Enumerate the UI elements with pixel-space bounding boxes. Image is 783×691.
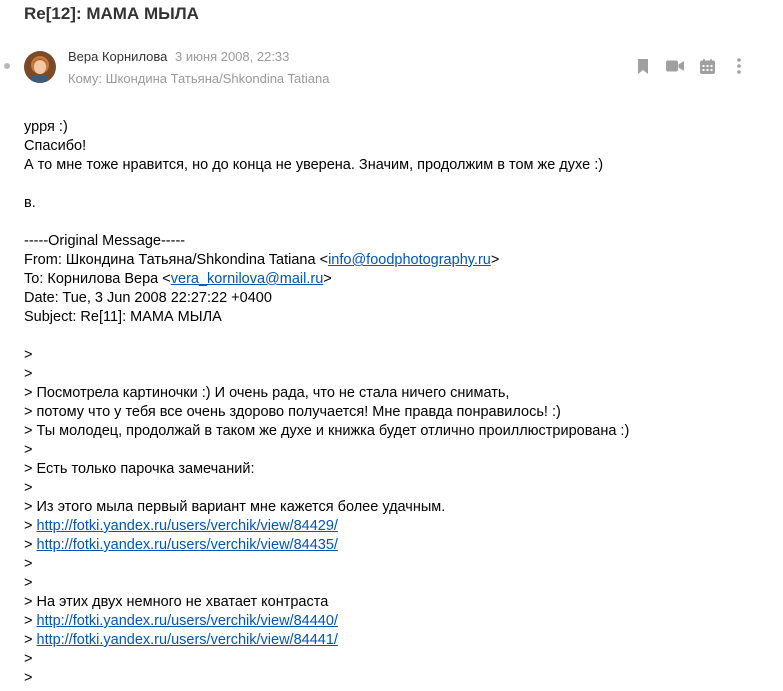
body-line-text: Subject: Re[11]: МАМА МЫЛА bbox=[24, 309, 222, 325]
body-link[interactable]: vera_kornilova@mail.ru bbox=[171, 271, 324, 287]
body-line-text: > bbox=[24, 613, 37, 629]
body-line-text: > Ты молодец, продолжай в таком же духе … bbox=[24, 423, 630, 439]
body-line-text: А то мне тоже нравится, но до конца не у… bbox=[24, 157, 604, 173]
body-line-text: > Из этого мыла первый вариант мне кажет… bbox=[24, 499, 446, 515]
body-line: > Из этого мыла первый вариант мне кажет… bbox=[24, 498, 775, 517]
body-line-text: > потому что у тебя все очень здорово по… bbox=[24, 404, 561, 420]
body-line-text: > На этих двух немного не хватает контра… bbox=[24, 594, 329, 610]
body-line: > Есть только парочка замечаний: bbox=[24, 460, 775, 479]
body-line: To: Корнилова Вера <vera_kornilova@mail.… bbox=[24, 270, 775, 289]
recipient-line[interactable]: Кому: Шкондина Татьяна/Shkondina Tatiana bbox=[68, 71, 329, 86]
sender-name[interactable]: Вера Корнилова bbox=[68, 49, 167, 64]
body-line: > bbox=[24, 479, 775, 498]
body-line: Subject: Re[11]: МАМА МЫЛА bbox=[24, 308, 775, 327]
body-line-text: -----Original Message----- bbox=[24, 233, 186, 249]
body-line bbox=[24, 213, 775, 232]
body-line-text: > bbox=[24, 651, 33, 667]
body-line-text: > bbox=[24, 518, 37, 534]
video-camera-icon[interactable] bbox=[659, 57, 691, 75]
body-line: > bbox=[24, 555, 775, 574]
body-line: From: Шкондина Татьяна/Shkondina Tatiana… bbox=[24, 251, 775, 270]
calendar-icon[interactable] bbox=[691, 57, 723, 75]
message-subject: Re[12]: МАМА МЫЛА bbox=[24, 4, 199, 23]
body-line-text: > bbox=[24, 366, 33, 382]
body-line-text: Date: Tue, 3 Jun 2008 22:27:22 +0400 bbox=[24, 290, 272, 306]
body-line: Date: Tue, 3 Jun 2008 22:27:22 +0400 bbox=[24, 289, 775, 308]
body-line-suffix: > bbox=[323, 271, 332, 287]
avatar-image bbox=[24, 51, 56, 83]
body-line: > http://fotki.yandex.ru/users/verchik/v… bbox=[24, 631, 775, 650]
body-line-text: Спасибо! bbox=[24, 138, 87, 154]
body-line-suffix: > bbox=[490, 252, 500, 268]
unread-indicator[interactable] bbox=[4, 63, 10, 69]
body-line: > bbox=[24, 669, 775, 688]
body-line: > bbox=[24, 365, 775, 384]
body-line: в. bbox=[24, 194, 775, 213]
body-line: > Посмотрела картиночки :) И очень рада,… bbox=[24, 384, 775, 403]
body-line: урря :) bbox=[24, 118, 775, 137]
body-link[interactable]: http://fotki.yandex.ru/users/verchik/vie… bbox=[37, 537, 338, 553]
body-line-text: > bbox=[24, 537, 37, 553]
body-line-text: > Есть только парочка замечаний: bbox=[24, 461, 255, 477]
body-line-text: From: Шкондина Татьяна/Shkondina Tatiana… bbox=[24, 252, 329, 268]
body-line-text: в. bbox=[24, 195, 36, 211]
body-line: > На этих двух немного не хватает контра… bbox=[24, 593, 775, 612]
body-line: Спасибо! bbox=[24, 137, 775, 156]
body-line-text: > bbox=[24, 632, 37, 648]
body-line-text: > bbox=[24, 480, 33, 496]
message-body: урря :) Спасибо! А то мне тоже нравится, н… bbox=[24, 118, 775, 688]
sender-line: Вера Корнилова 3 июня 2008, 22:33 bbox=[68, 49, 289, 64]
sent-date: 3 июня 2008, 22:33 bbox=[175, 49, 290, 64]
body-line-text: > bbox=[24, 670, 33, 686]
body-line: > bbox=[24, 441, 775, 460]
body-link[interactable]: http://fotki.yandex.ru/users/verchik/vie… bbox=[37, 613, 338, 629]
body-link[interactable]: http://fotki.yandex.ru/users/verchik/vie… bbox=[37, 632, 338, 648]
body-line: > http://fotki.yandex.ru/users/verchik/v… bbox=[24, 612, 775, 631]
body-line: > bbox=[24, 574, 775, 593]
body-line-text: To: Корнилова Вера < bbox=[24, 271, 171, 287]
body-line: > http://fotki.yandex.ru/users/verchik/v… bbox=[24, 517, 775, 536]
body-line: > Ты молодец, продолжай в таком же духе … bbox=[24, 422, 775, 441]
body-line: > http://fotki.yandex.ru/users/verchik/v… bbox=[24, 536, 775, 555]
body-line-text: урря :) bbox=[24, 119, 68, 135]
sender-avatar[interactable] bbox=[24, 51, 56, 83]
body-line: А то мне тоже нравится, но до конца не у… bbox=[24, 156, 775, 175]
body-line-text: > bbox=[24, 556, 33, 572]
message-actions bbox=[627, 57, 755, 75]
more-vertical-icon[interactable] bbox=[723, 57, 755, 75]
body-line: -----Original Message----- bbox=[24, 232, 775, 251]
body-line bbox=[24, 327, 775, 346]
body-line bbox=[24, 175, 775, 194]
body-link[interactable]: http://fotki.yandex.ru/users/verchik/vie… bbox=[37, 518, 338, 534]
bookmark-icon[interactable] bbox=[627, 57, 659, 75]
body-line: > потому что у тебя все очень здорово по… bbox=[24, 403, 775, 422]
body-line: > bbox=[24, 346, 775, 365]
body-line-text: > bbox=[24, 442, 33, 458]
body-line-text: > bbox=[24, 347, 33, 363]
body-line: > bbox=[24, 650, 775, 669]
body-line-text: > bbox=[24, 575, 33, 591]
body-line-text: > Посмотрела картиночки :) И очень рада,… bbox=[24, 385, 510, 401]
body-link[interactable]: info@foodphotography.ru bbox=[328, 252, 491, 268]
